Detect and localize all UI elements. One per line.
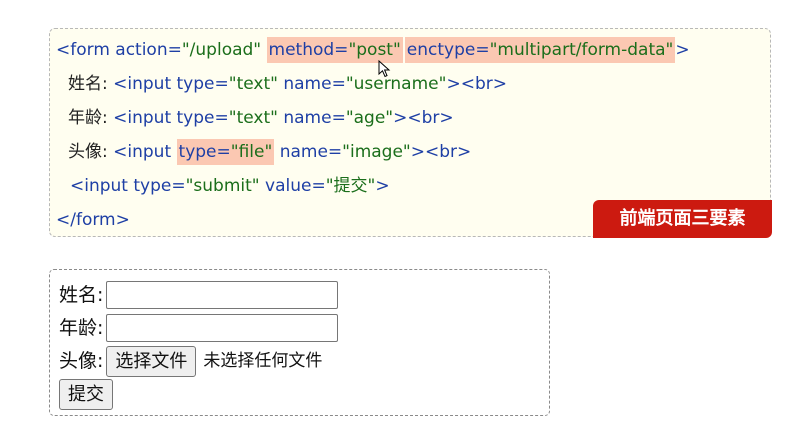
- code-token: ><br>: [410, 142, 472, 162]
- code-text: 年龄:: [68, 108, 114, 128]
- highlight-enctype: enctype="multipart/form-data": [404, 37, 676, 63]
- code-token: "text": [228, 74, 278, 94]
- code-token: "submit": [185, 176, 260, 196]
- code-token: "/upload": [181, 40, 262, 60]
- highlight-file-type: type="file": [176, 139, 275, 165]
- submit-row: 提交: [59, 378, 113, 410]
- code-token: ><br>: [393, 108, 454, 128]
- code-text: 头像:: [68, 142, 114, 162]
- age-input[interactable]: [106, 314, 339, 342]
- code-token: method=: [268, 40, 349, 60]
- code-token: "username": [345, 74, 447, 94]
- username-row: 姓名:: [59, 280, 339, 310]
- image-label: 头像:: [59, 350, 104, 372]
- code-token: value=: [259, 176, 326, 196]
- rendered-form-preview: 姓名: 年龄: 头像: 选择文件 未选择任何文件 提交: [49, 269, 550, 416]
- code-token: <form action=: [56, 40, 182, 60]
- username-label: 姓名:: [59, 284, 104, 306]
- code-line-age: 年龄: <input type="text" name="age"><br>: [68, 106, 454, 130]
- code-token: "image": [342, 142, 411, 162]
- code-token: ><br>: [446, 74, 507, 94]
- code-token: "file": [230, 142, 273, 162]
- code-line-form-open: <form action="/upload" method="post" enct…: [56, 37, 690, 63]
- code-line-username: 姓名: <input type="text" name="username"><…: [68, 72, 507, 96]
- code-token: <input type=: [113, 108, 229, 128]
- code-token: "multipart/form-data": [489, 40, 674, 60]
- age-label: 年龄:: [59, 317, 104, 339]
- code-token: "text": [228, 108, 278, 128]
- code-token: <input type=: [113, 74, 229, 94]
- code-line-form-close: </form>: [56, 208, 130, 232]
- image-row: 头像: 选择文件 未选择任何文件: [59, 345, 323, 377]
- code-token: type=: [178, 142, 231, 162]
- submit-button[interactable]: 提交: [59, 378, 113, 410]
- code-line-submit: <input type="submit" value="提交">: [70, 174, 390, 198]
- code-token: >: [675, 40, 690, 60]
- code-token: <input type=: [70, 176, 186, 196]
- code-token: >: [375, 176, 390, 196]
- mouse-cursor-icon: [378, 60, 391, 78]
- title-badge: 前端页面三要素: [593, 200, 772, 238]
- code-snippet-panel: <form action="/upload" method="post" enct…: [49, 28, 772, 238]
- file-status-text: 未选择任何文件: [203, 351, 323, 371]
- code-token: </form>: [56, 210, 130, 230]
- code-token: name=: [277, 74, 346, 94]
- code-line-image: 头像: <input type="file" name="image"><br>: [68, 139, 472, 165]
- code-token: "age": [345, 108, 394, 128]
- code-token: "post": [348, 40, 401, 60]
- code-token: name=: [277, 108, 346, 128]
- code-token: name=: [274, 142, 343, 162]
- code-token: <input: [113, 142, 177, 162]
- code-token: "提交": [325, 176, 376, 196]
- code-text: 姓名:: [68, 74, 114, 94]
- username-input[interactable]: [106, 281, 339, 309]
- age-row: 年龄:: [59, 313, 339, 343]
- choose-file-button[interactable]: 选择文件: [106, 345, 197, 377]
- code-token: enctype=: [406, 40, 490, 60]
